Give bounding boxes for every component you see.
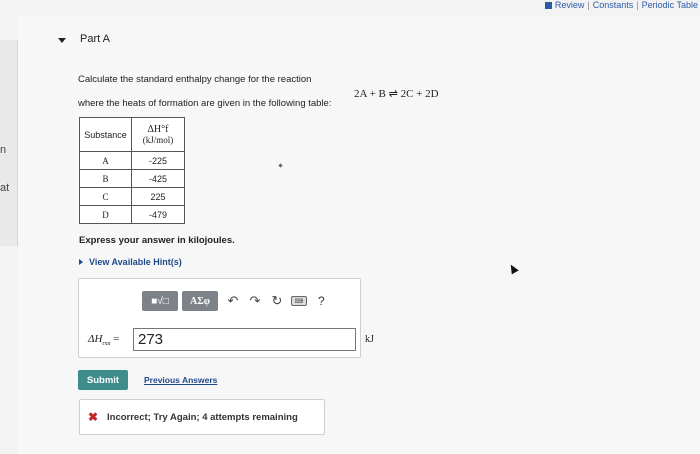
incorrect-x-icon: ✖ [88,410,99,424]
templates-button[interactable]: ■√□ [142,291,178,311]
redo-icon[interactable]: ↷ [244,291,266,311]
symbols-button[interactable]: ΑΣφ [182,291,218,311]
page: Review | Constants | Periodic Table n at Par… [0,0,700,454]
heats-of-formation-table: Substance ΔH°f (kJ/mol) A -225 B -425 C … [79,117,185,224]
table-row: D -479 [79,205,185,224]
keyboard-button[interactable]: ⌨ [288,291,310,311]
table-header-enthalpy: ΔH°f (kJ/mol) [131,117,185,152]
feedback-text: Incorrect; Try Again; 4 attempts remaini… [107,412,298,423]
constants-link[interactable]: Constants [593,0,634,10]
enthalpy-symbol: ΔH°f [147,124,169,135]
question-text: where the heats of formation are given i… [78,98,332,109]
left-panel-text: n [0,144,7,156]
review-link[interactable]: Review [555,0,585,10]
answer-label: ΔHrxn = [88,333,119,347]
part-title[interactable]: Part A [80,33,110,45]
table-cell-substance: A [79,151,132,170]
reset-icon[interactable]: ↻ [266,291,288,311]
link-separator: | [636,0,639,10]
table-cell-value: 225 [131,187,185,206]
answer-label-main: ΔH [88,333,103,345]
help-button[interactable]: ? [318,294,325,308]
answer-input[interactable]: 273 [133,328,356,351]
link-separator: | [587,0,590,10]
expand-triangle-icon [79,259,83,265]
table-cell-substance: C [79,187,132,206]
table-row: C 225 [79,187,185,206]
top-bar: Review | Constants | Periodic Table [0,0,700,16]
table-cell-value: -425 [131,169,185,188]
table-cell-value: -225 [131,151,185,170]
table-row: A -225 [79,151,185,170]
question-text: Calculate the standard enthalpy change f… [78,74,312,85]
left-side-panel [0,40,18,246]
header-links: Review | Constants | Periodic Table [544,0,698,10]
table-cell-substance: D [79,205,132,224]
table-cell-value: -479 [131,205,185,224]
periodic-table-link[interactable]: Periodic Table [642,0,698,10]
answer-label-equals: = [113,333,120,345]
hint-link-label: View Available Hint(s) [89,257,182,267]
equation-toolbar: ■√□ ΑΣφ ↶ ↷ ↻ ⌨ ? [142,290,325,312]
collapse-caret-icon[interactable] [58,38,66,43]
view-hints-link[interactable]: View Available Hint(s) [79,257,182,267]
left-panel-text: at [0,182,10,194]
table-header-substance: Substance [79,117,132,152]
submit-button[interactable]: Submit [78,370,128,390]
answer-unit: kJ [365,334,374,345]
previous-answers-link[interactable]: Previous Answers [144,375,217,385]
review-icon [544,2,552,9]
answer-instructions: Express your answer in kilojoules. [79,235,235,246]
reaction-equation: 2A + B ⇌ 2C + 2D [354,88,439,100]
table-header-row: Substance ΔH°f (kJ/mol) [79,117,185,152]
answer-label-sub: rxn [102,341,111,348]
undo-icon[interactable]: ↶ [222,291,244,311]
enthalpy-units: (kJ/mol) [142,135,174,145]
table-cell-substance: B [79,169,132,188]
keyboard-icon: ⌨ [291,296,307,306]
table-row: B -425 [79,169,185,188]
